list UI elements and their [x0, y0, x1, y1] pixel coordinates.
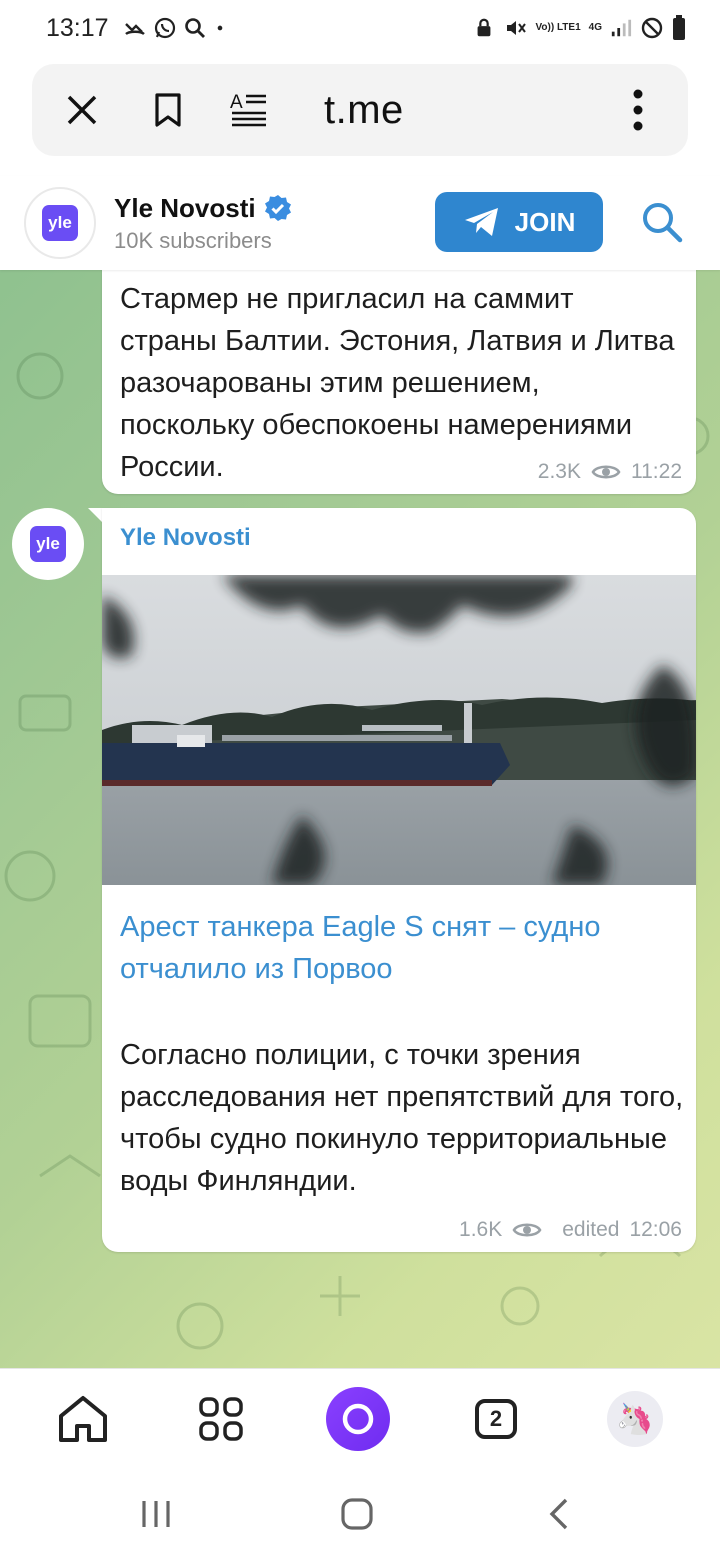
browser-bottom-bar: 2 🦄: [0, 1368, 720, 1468]
bookmark-button[interactable]: [148, 90, 188, 130]
home-system-button[interactable]: [333, 1490, 381, 1538]
profile-avatar: 🦄: [607, 1391, 663, 1447]
channel-title: Yle Novosti: [114, 192, 256, 223]
status-system-icons: Vo)) LTE1 4G: [473, 15, 686, 41]
join-label: JOIN: [514, 206, 576, 237]
message-time: 12:06: [629, 1218, 682, 1241]
channel-info[interactable]: Yle Novosti 10K subscribers: [114, 193, 292, 254]
browser-address-bar: A t.me: [32, 64, 688, 156]
message-text: Согласно полиции, с точки зрения расслед…: [120, 1039, 684, 1197]
alice-assistant-button[interactable]: [326, 1387, 390, 1451]
reader-mode-button[interactable]: A: [230, 90, 270, 130]
more-menu-button[interactable]: [618, 89, 658, 131]
home-icon: [59, 1396, 107, 1442]
eye-icon: [591, 465, 621, 479]
dot-icon: [217, 25, 222, 31]
grid-icon: [199, 1397, 243, 1441]
volte-label: Vo)) LTE1: [535, 22, 581, 33]
bookmark-icon: [155, 93, 181, 127]
message-avatar-logo: yle: [30, 526, 66, 562]
svg-text:A: A: [230, 92, 243, 113]
system-navigation-bar: [0, 1468, 720, 1560]
missed-call-icon: [124, 23, 145, 35]
edited-label: edited: [562, 1218, 620, 1241]
whatsapp-icon: [154, 17, 175, 39]
search-icon: [643, 203, 683, 243]
eye-icon: [512, 1223, 542, 1237]
back-button[interactable]: [535, 1490, 583, 1538]
message-photo[interactable]: [102, 575, 696, 885]
channel-avatar[interactable]: yle: [24, 187, 96, 259]
message-time: 11:22: [631, 460, 682, 483]
join-button[interactable]: JOIN: [435, 192, 603, 252]
home-square-icon: [341, 1498, 373, 1530]
status-time: 13:17: [46, 13, 109, 42]
more-vertical-icon: [633, 89, 643, 131]
back-icon: [549, 1498, 568, 1530]
views-count: 2.3K: [537, 460, 581, 483]
search-notification-icon: [184, 18, 205, 38]
message-sender[interactable]: Yle Novosti: [120, 524, 251, 552]
profile-button[interactable]: 🦄: [603, 1387, 667, 1451]
tabs-count: 2: [475, 1399, 517, 1439]
services-button[interactable]: [189, 1387, 253, 1451]
alice-icon: [326, 1387, 390, 1451]
reader-mode-icon: A: [230, 92, 266, 127]
close-icon: [67, 95, 97, 125]
views-count: 1.6K: [459, 1218, 503, 1241]
message-meta: 2.3K 11:22: [538, 460, 682, 484]
no-sim-icon: [641, 17, 663, 39]
close-button[interactable]: [62, 90, 102, 130]
subscribers-count: 10K subscribers: [114, 227, 272, 253]
recent-apps-icon: [142, 1501, 170, 1527]
message-text: Стармер не пригласил на саммит страны Ба…: [120, 283, 675, 483]
tabs-button[interactable]: 2: [464, 1387, 528, 1451]
status-notification-icons: [123, 16, 227, 40]
channel-search-button[interactable]: [640, 200, 684, 244]
article-link-title[interactable]: Арест танкера Eagle S снят – судно отчал…: [120, 906, 680, 990]
home-button[interactable]: [51, 1387, 115, 1451]
url-text[interactable]: t.me: [324, 88, 404, 133]
verified-badge-icon: [264, 195, 291, 221]
channel-avatar-logo: yle: [42, 205, 78, 241]
message-meta: 1.6K edited 12:06: [459, 1218, 682, 1242]
channel-header: yle Yle Novosti 10K subscribers JOIN: [0, 176, 720, 270]
battery-icon: [673, 15, 685, 40]
status-bar: 13:17 Vo)) LTE1 4G: [0, 0, 720, 56]
tanker-photo: [102, 575, 696, 885]
message-bubble: Стармер не пригласил на саммит страны Ба…: [102, 248, 696, 494]
lock-icon: [478, 18, 491, 37]
message-avatar[interactable]: yle: [12, 508, 84, 580]
telegram-plane-icon: [464, 208, 498, 236]
mute-icon: [507, 21, 527, 35]
recent-apps-button[interactable]: [132, 1490, 180, 1538]
message-bubble: Yle Novosti Арест танкера Eagle S снят –…: [102, 508, 696, 1252]
signal-icon: [611, 19, 632, 37]
network-label: 4G: [588, 22, 602, 33]
